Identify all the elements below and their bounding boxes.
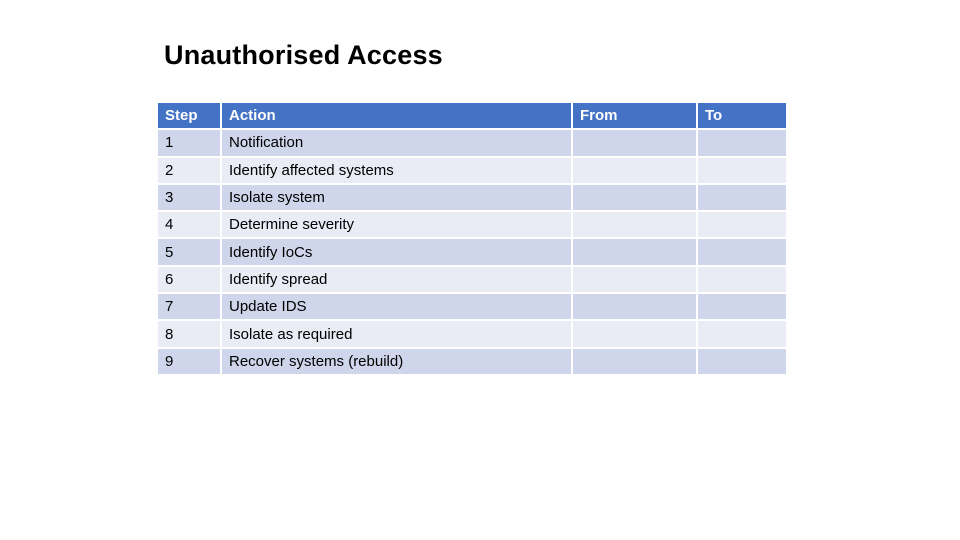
cell-step: 9 bbox=[156, 346, 222, 376]
table-row: 6 Identify spread bbox=[156, 264, 788, 295]
table-row: 4 Determine severity bbox=[156, 210, 788, 240]
cell-step: 1 bbox=[156, 128, 222, 158]
table-row: 7 Update IDS bbox=[156, 292, 788, 322]
steps-table: Step Action From To 1 Notification 2 Identi… bbox=[156, 100, 788, 376]
cell-from bbox=[571, 210, 698, 240]
cell-action: Determine severity bbox=[220, 210, 573, 240]
cell-from bbox=[571, 319, 698, 349]
cell-action: Update IDS bbox=[220, 292, 573, 322]
table-row: 1 Notification bbox=[156, 128, 788, 158]
cell-step: 2 bbox=[156, 155, 222, 185]
cell-from bbox=[571, 292, 698, 322]
cell-action: Notification bbox=[220, 128, 573, 158]
table-row: 8 Isolate as required bbox=[156, 319, 788, 349]
header-step: Step bbox=[156, 100, 222, 131]
cell-from bbox=[571, 128, 698, 158]
cell-from bbox=[571, 182, 698, 213]
page-title: Unauthorised Access bbox=[164, 40, 443, 70]
table-row: 2 Identify affected systems bbox=[156, 155, 788, 185]
cell-to bbox=[696, 128, 788, 158]
table-row: 3 Isolate system bbox=[156, 182, 788, 213]
table-body: 1 Notification 2 Identify affected systems 3… bbox=[156, 128, 788, 376]
table-row: 9 Recover systems (rebuild) bbox=[156, 346, 788, 376]
cell-step: 5 bbox=[156, 237, 222, 267]
table-header-row: Step Action From To bbox=[156, 100, 788, 131]
table-row: 5 Identify IoCs bbox=[156, 237, 788, 267]
cell-step: 3 bbox=[156, 182, 222, 213]
header-from: From bbox=[571, 100, 698, 131]
cell-from bbox=[571, 264, 698, 295]
header-to: To bbox=[696, 100, 788, 131]
cell-to bbox=[696, 264, 788, 295]
cell-action: Identify spread bbox=[220, 264, 573, 295]
cell-action: Identify affected systems bbox=[220, 155, 573, 185]
cell-step: 8 bbox=[156, 319, 222, 349]
cell-to bbox=[696, 319, 788, 349]
cell-from bbox=[571, 346, 698, 376]
cell-action: Recover systems (rebuild) bbox=[220, 346, 573, 376]
cell-to bbox=[696, 292, 788, 322]
cell-to bbox=[696, 346, 788, 376]
cell-action: Identify IoCs bbox=[220, 237, 573, 267]
cell-action: Isolate as required bbox=[220, 319, 573, 349]
cell-from bbox=[571, 237, 698, 267]
cell-from bbox=[571, 155, 698, 185]
cell-action: Isolate system bbox=[220, 182, 573, 213]
cell-to bbox=[696, 155, 788, 185]
cell-step: 6 bbox=[156, 264, 222, 295]
cell-step: 7 bbox=[156, 292, 222, 322]
cell-step: 4 bbox=[156, 210, 222, 240]
cell-to bbox=[696, 182, 788, 213]
header-action: Action bbox=[220, 100, 573, 131]
cell-to bbox=[696, 210, 788, 240]
cell-to bbox=[696, 237, 788, 267]
